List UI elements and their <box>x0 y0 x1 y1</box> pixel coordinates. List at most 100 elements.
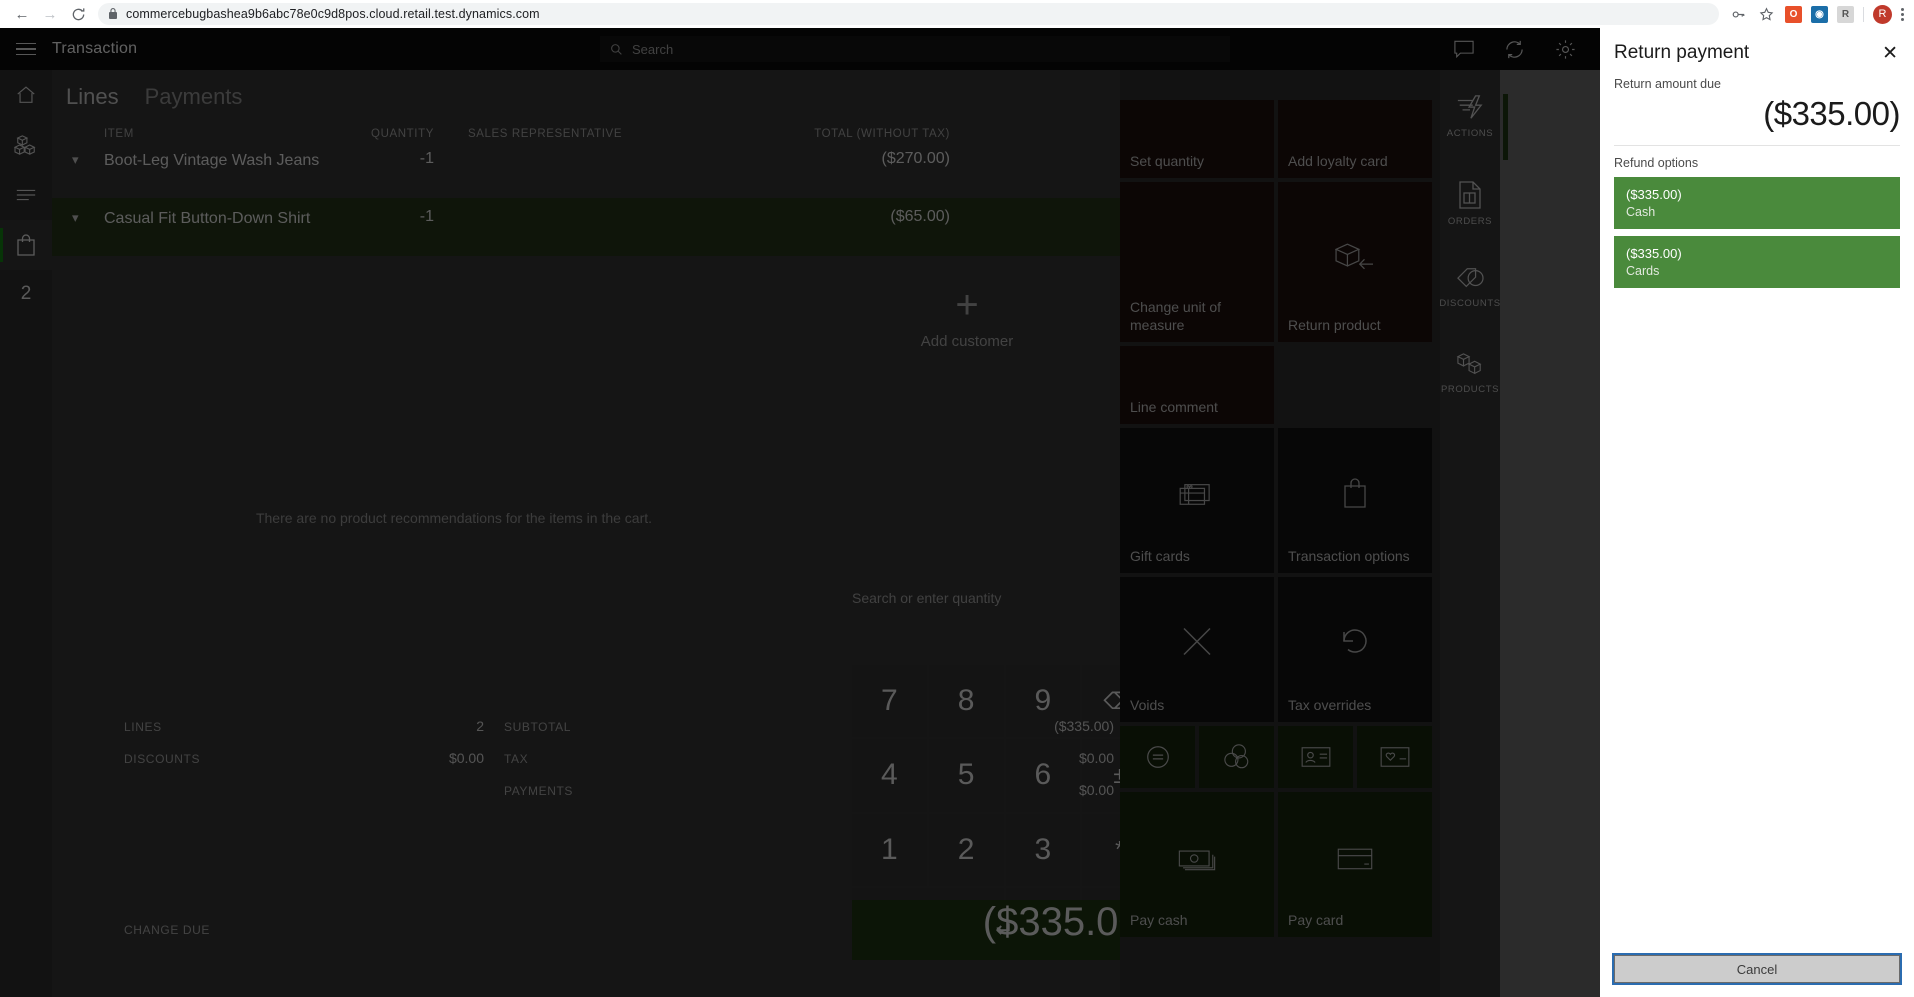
column-header-sales-rep: SALES REPRESENTATIVE <box>468 128 623 140</box>
tab-lines[interactable]: Lines <box>66 84 119 114</box>
forward-arrow-icon[interactable]: → <box>36 0 64 28</box>
totals-value: $0.00 <box>448 750 484 766</box>
tile-line-comment[interactable]: Line comment <box>1120 346 1274 424</box>
chevron-down-icon[interactable]: ▾ <box>72 152 79 168</box>
totals-label: SUBTOTAL <box>504 720 572 734</box>
tile-label: Pay card <box>1288 911 1344 928</box>
tile-currency-coins[interactable] <box>1199 726 1274 788</box>
tile-loyalty-card[interactable] <box>1357 726 1432 788</box>
tile-label: Change unit of measure <box>1130 299 1222 333</box>
table-row[interactable]: ▾ Boot-Leg Vintage Wash Jeans -1 ($270.0… <box>52 140 1120 198</box>
cancel-button[interactable]: Cancel <box>1612 953 1902 985</box>
sidebar-item-discounts[interactable]: DISCOUNTS <box>1439 266 1501 352</box>
change-due-row: CHANGE DUE ($335.00) <box>124 900 1154 945</box>
tile-change-unit-of-measure[interactable]: Change unit of measure <box>1120 182 1274 342</box>
sidebar-item-orders[interactable]: ORDERS <box>1440 180 1500 266</box>
search-input[interactable]: Search <box>600 36 1230 62</box>
totals-row-subtotal: SUBTOTAL ($335.00) <box>504 710 1114 742</box>
row-total: ($65.00) <box>890 208 950 225</box>
sidebar-item-label: ORDERS <box>1447 216 1493 227</box>
sidebar-item-cart[interactable] <box>0 220 52 270</box>
close-icon[interactable]: ✕ <box>1878 42 1902 65</box>
add-customer-button[interactable]: + Add customer <box>852 285 1082 350</box>
tile-tax-overrides[interactable]: Tax overrides <box>1278 577 1432 722</box>
tile-transaction-options[interactable]: Transaction options <box>1278 428 1432 573</box>
row-item-name: Boot-Leg Vintage Wash Jeans <box>104 152 320 169</box>
extension-icon[interactable]: ◉ <box>1811 5 1828 23</box>
tile-voids[interactable]: Voids <box>1120 577 1274 722</box>
avatar[interactable]: R <box>1873 4 1892 24</box>
orders-document-icon <box>1459 181 1481 209</box>
sidebar-item-products[interactable] <box>0 120 52 170</box>
search-placeholder: Search <box>632 41 674 57</box>
totals-left-column: LINES 2 DISCOUNTS $0.00 <box>124 710 484 806</box>
bookmark-star-icon[interactable] <box>1757 5 1776 24</box>
address-bar[interactable]: commercebugbashea9b6abc78e0c9d8pos.cloud… <box>98 3 1719 25</box>
refund-option-cash[interactable]: ($335.00) Cash <box>1614 176 1900 229</box>
key-1[interactable]: 1 <box>852 813 927 886</box>
return-amount-value: ($335.00) <box>1763 95 1900 132</box>
sidebar-item-label: ACTIONS <box>1446 128 1494 139</box>
sidebar-item-label: PRODUCTS <box>1440 384 1500 395</box>
shopping-bag-icon <box>17 234 35 256</box>
tab-payments[interactable]: Payments <box>145 84 243 114</box>
currency-coins-icon <box>1223 744 1248 769</box>
app-header: Transaction Search <box>0 28 1600 70</box>
sync-icon[interactable] <box>1504 39 1525 60</box>
boxes-icon <box>14 135 36 156</box>
tile-label: Return product <box>1288 316 1381 333</box>
tile-label: Line comment <box>1130 398 1218 415</box>
refund-options-label: Refund options <box>1614 155 1699 170</box>
totals-row-payments: PAYMENTS $0.00 <box>504 774 1114 806</box>
home-icon <box>17 86 35 103</box>
hamburger-menu-icon[interactable] <box>0 28 52 70</box>
sidebar-item-products[interactable]: PRODUCTS <box>1440 352 1500 438</box>
tile-label: Set quantity <box>1130 152 1204 169</box>
totals-right-column: SUBTOTAL ($335.00) TAX $0.00 PAYMENTS $0… <box>504 710 1114 806</box>
cart-tabs: Lines Payments <box>52 70 1120 114</box>
return-product-icon <box>1278 240 1432 276</box>
sidebar-item-label: DISCOUNTS <box>1439 298 1501 309</box>
table-row[interactable]: ▾ Casual Fit Button-Down Shirt -1 ($65.0… <box>52 198 1120 256</box>
key-3[interactable]: 3 <box>1005 813 1081 886</box>
tile-grid: Set quantity Add loyalty card Change uni… <box>1120 100 1432 722</box>
tile-set-quantity[interactable]: Set quantity <box>1120 100 1274 178</box>
tile-id-card[interactable] <box>1278 726 1353 788</box>
right-nav-rail: ACTIONS ORDERS DISCOUNTS PRODUCTS <box>1439 70 1508 997</box>
sidebar-item-journal[interactable] <box>0 170 52 220</box>
sidebar-item-home[interactable] <box>0 70 52 120</box>
totals-row-tax: TAX $0.00 <box>504 742 1114 774</box>
chevron-down-icon[interactable]: ▾ <box>72 210 79 226</box>
key-2[interactable]: 2 <box>928 813 1004 886</box>
tile-pay-cash[interactable]: Pay cash <box>1120 792 1274 937</box>
kebab-menu-icon[interactable] <box>1901 7 1904 21</box>
extension-icon[interactable]: R <box>1837 5 1854 23</box>
tile-pay-card[interactable]: Pay card <box>1278 792 1432 937</box>
totals-value: 2 <box>476 718 484 734</box>
tile-add-loyalty-card[interactable]: Add loyalty card <box>1278 100 1432 178</box>
tile-equals-circle[interactable] <box>1120 726 1195 788</box>
add-customer-label: Add customer <box>920 333 1014 350</box>
back-arrow-icon[interactable]: ← <box>8 0 36 28</box>
sidebar-item-actions[interactable]: ACTIONS <box>1440 94 1508 180</box>
page-title: Transaction <box>52 40 138 57</box>
row-quantity: -1 <box>419 208 434 225</box>
url-text: commercebugbashea9b6abc78e0c9d8pos.cloud… <box>126 7 540 21</box>
refund-option-cards[interactable]: ($335.00) Cards <box>1614 235 1900 288</box>
totals-label: TAX <box>504 752 529 766</box>
actions-lightning-icon <box>1457 95 1483 119</box>
no-recommendations-text: There are no product recommendations for… <box>255 510 653 526</box>
feedback-icon[interactable] <box>1454 40 1474 59</box>
reload-icon[interactable] <box>64 0 92 28</box>
gear-icon[interactable] <box>1555 39 1576 60</box>
totals-label: PAYMENTS <box>504 784 574 798</box>
tile-label: Voids <box>1130 696 1165 713</box>
tile-return-product[interactable]: Return product <box>1278 182 1432 342</box>
payment-shortcuts-row <box>1120 726 1432 788</box>
password-key-icon[interactable] <box>1729 5 1748 24</box>
office-extension-icon[interactable]: O <box>1785 5 1802 23</box>
column-header-quantity: QUANTITY <box>371 128 434 140</box>
gift-card-icon <box>1120 480 1274 508</box>
products-boxes-icon <box>1456 353 1482 375</box>
tile-gift-cards[interactable]: Gift cards <box>1120 428 1274 573</box>
